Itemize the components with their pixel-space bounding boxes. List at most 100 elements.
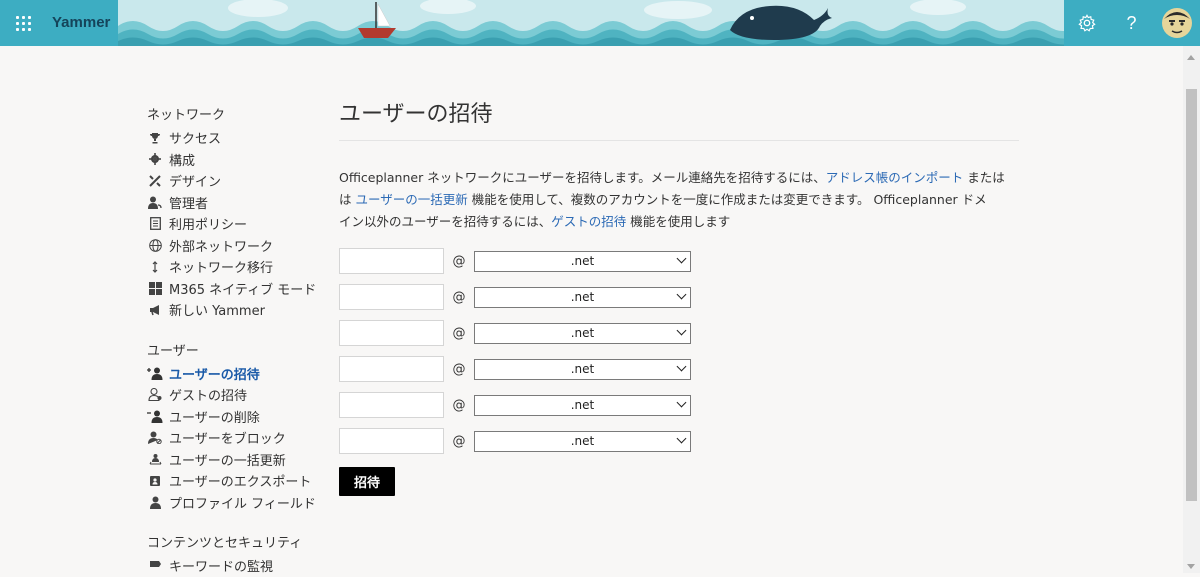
scroll-down-icon[interactable] (1187, 564, 1195, 569)
domain-select[interactable]: .net (474, 358, 691, 380)
domain-value: .net (570, 325, 595, 340)
sidebar-item-profile-fields[interactable]: プロファイル フィールド (147, 492, 327, 514)
sidebar-item-label: ユーザーの削除 (169, 410, 260, 426)
scrollbar-thumb[interactable] (1186, 89, 1197, 501)
domain-select[interactable]: .net (474, 430, 691, 452)
at-symbol: @ (452, 325, 466, 341)
invite-row: @ .net (339, 351, 1019, 387)
sidebar-item-network-migration[interactable]: ネットワーク移行 (147, 256, 327, 278)
top-bar-actions: ? (1064, 0, 1200, 46)
domain-select[interactable]: .net (474, 250, 691, 272)
email-username-input[interactable] (339, 392, 444, 418)
sidebar-item-label: デザイン (169, 175, 222, 191)
sidebar-item-invite-guests[interactable]: ゲストの招待 (147, 384, 327, 406)
add-person-icon (147, 366, 163, 380)
sidebar-item-label: 新しい Yammer (169, 304, 265, 320)
admin-sidebar: ネットワーク サクセス 構成 デザイン 管理者 利用ポリシー 外部ネットワーク … (147, 105, 327, 577)
header-banner (118, 0, 1064, 46)
email-username-input[interactable] (339, 428, 444, 454)
domain-select[interactable]: .net (474, 286, 691, 308)
help-button[interactable]: ? (1109, 0, 1154, 46)
invite-button[interactable]: 招待 (339, 467, 395, 496)
globe-icon (147, 238, 163, 252)
invite-form: @ .net @ .net @ .net @ .net @ .net @ .ne… (339, 243, 1019, 496)
email-username-input[interactable] (339, 248, 444, 274)
sidebar-item-configuration[interactable]: 構成 (147, 149, 327, 171)
invite-row: @ .net (339, 423, 1019, 459)
bulk-update-link[interactable]: ユーザーの一括更新 (355, 192, 467, 207)
sidebar-item-label: M365 ネイティブ モード (169, 282, 317, 298)
at-symbol: @ (452, 433, 466, 449)
description-text: は (339, 192, 356, 207)
email-username-input[interactable] (339, 320, 444, 346)
sidebar-item-external-networks[interactable]: 外部ネットワーク (147, 235, 327, 257)
trophy-icon (147, 131, 163, 145)
sidebar-item-design[interactable]: デザイン (147, 170, 327, 192)
top-bar: Yammer ? (0, 0, 1200, 46)
sidebar-item-bulk-update-users[interactable]: ユーザーの一括更新 (147, 449, 327, 471)
remove-person-icon (147, 409, 163, 423)
sidebar-item-remove-users[interactable]: ユーザーの削除 (147, 406, 327, 428)
description-text: イン以外のユーザーを招待するには、 (339, 214, 552, 229)
email-username-input[interactable] (339, 356, 444, 382)
sidebar-item-label: ゲストの招待 (169, 389, 248, 405)
sidebar-item-label: 構成 (169, 153, 196, 169)
at-symbol: @ (452, 361, 466, 377)
invite-guests-link[interactable]: ゲストの招待 (551, 214, 626, 229)
at-symbol: @ (452, 397, 466, 413)
invite-row: @ .net (339, 279, 1019, 315)
bulk-users-icon (147, 452, 163, 466)
domain-value: .net (570, 361, 595, 376)
user-avatar-button[interactable] (1154, 0, 1200, 46)
description-text: Officeplanner ネットワークにユーザーを招待します。メール連絡先を招… (339, 170, 826, 185)
settings-button[interactable] (1064, 0, 1109, 46)
app-launcher-icon (15, 15, 31, 31)
help-icon: ? (1126, 12, 1137, 33)
sidebar-item-label: ユーザーのエクスポート (169, 475, 312, 491)
domain-select[interactable]: .net (474, 394, 691, 416)
domain-value: .net (570, 253, 595, 268)
invite-row: @ .net (339, 387, 1019, 423)
sidebar-item-label: ユーザーの招待 (169, 367, 260, 383)
sidebar-item-admins[interactable]: 管理者 (147, 192, 327, 214)
sidebar-item-label: ユーザーの一括更新 (169, 453, 286, 469)
design-tools-icon (147, 174, 163, 188)
at-symbol: @ (452, 289, 466, 305)
sidebar-item-m365-native-mode[interactable]: M365 ネイティブ モード (147, 278, 327, 300)
description-text: 機能を使用します (626, 214, 731, 229)
sidebar-item-label: キーワードの監視 (169, 560, 274, 576)
app-launcher-button[interactable] (0, 0, 46, 46)
sidebar-item-invite-users[interactable]: ユーザーの招待 (147, 363, 327, 385)
address-book-import-link[interactable]: アドレス帳のインポート (826, 170, 964, 185)
migrate-arrows-icon (147, 260, 163, 274)
sidebar-item-new-yammer[interactable]: 新しい Yammer (147, 299, 327, 321)
scroll-up-icon[interactable] (1187, 55, 1195, 60)
gear-icon (147, 152, 163, 166)
at-symbol: @ (452, 253, 466, 269)
sidebar-item-export-users[interactable]: ユーザーのエクスポート (147, 470, 327, 492)
gear-icon (1077, 14, 1096, 32)
invite-row: @ .net (339, 243, 1019, 279)
domain-select[interactable]: .net (474, 322, 691, 344)
sidebar-item-label: 利用ポリシー (169, 218, 248, 234)
person-icon (147, 495, 163, 509)
sidebar-item-block-users[interactable]: ユーザーをブロック (147, 427, 327, 449)
sidebar-item-success[interactable]: サクセス (147, 127, 327, 149)
admin-person-icon (147, 195, 163, 209)
sidebar-item-keyword-monitoring[interactable]: キーワードの監視 (147, 555, 327, 577)
domain-value: .net (570, 397, 595, 412)
description-text: 機能を使用して、複数のアカウントを一度に作成または変更できます。 Officep… (467, 192, 987, 207)
sidebar-item-usage-policy[interactable]: 利用ポリシー (147, 213, 327, 235)
document-icon (147, 217, 163, 231)
chevron-down-icon (676, 289, 687, 299)
sidebar-item-label: ネットワーク移行 (169, 261, 274, 277)
guest-person-icon (147, 388, 163, 402)
sidebar-item-label: 管理者 (169, 196, 209, 212)
page-description: Officeplanner ネットワークにユーザーを招待します。メール連絡先を招… (339, 167, 1019, 233)
email-username-input[interactable] (339, 284, 444, 310)
domain-value: .net (570, 433, 595, 448)
chevron-down-icon (676, 397, 687, 407)
brand-logo-text[interactable]: Yammer (52, 14, 110, 31)
section-heading-content-security: コンテンツとセキュリティ (147, 536, 303, 551)
page-scrollbar[interactable] (1183, 46, 1200, 573)
